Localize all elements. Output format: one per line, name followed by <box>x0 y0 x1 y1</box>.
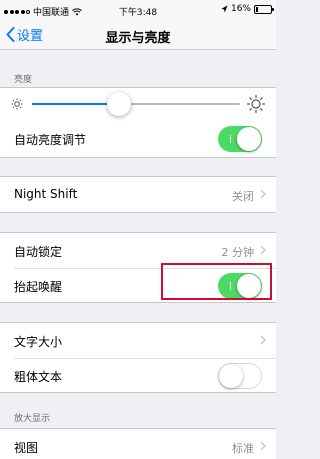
bold-text-toggle[interactable] <box>218 363 262 389</box>
brightness-low-icon <box>11 98 23 110</box>
section-header-brightness: 亮度 <box>14 75 33 85</box>
view-value: 标准 <box>232 442 254 455</box>
chevron-right-icon <box>260 189 266 199</box>
brightness-group: 自动亮度调节 <box>0 87 276 158</box>
chevron-right-icon <box>260 335 266 345</box>
text-size-label: 文字大小 <box>14 335 63 349</box>
raise-to-wake-label: 抬起唤醒 <box>14 280 63 294</box>
status-right: 16% <box>221 4 274 14</box>
brightness-slider-row <box>0 88 276 120</box>
auto-brightness-label: 自动亮度调节 <box>14 133 87 147</box>
chevron-right-icon <box>260 245 266 255</box>
section-header-display-zoom: 放大显示 <box>14 414 51 424</box>
brightness-high-icon <box>247 95 265 113</box>
view-row[interactable]: 视图 标准 <box>0 429 276 459</box>
night-shift-value: 关闭 <box>232 190 254 203</box>
night-shift-group: Night Shift 关闭 <box>0 176 276 213</box>
auto-lock-label: 自动锁定 <box>14 245 63 259</box>
auto-brightness-toggle[interactable] <box>218 126 262 152</box>
view-label: 视图 <box>14 441 39 455</box>
auto-lock-value: 2 分钟 <box>221 246 255 259</box>
chevron-right-icon <box>260 441 266 451</box>
brightness-slider-fill <box>32 103 120 105</box>
status-bar: 中国联通 下午3:48 16% <box>0 0 276 20</box>
text-group: 文字大小 粗体文本 <box>0 322 276 393</box>
zoom-group: 视图 标准 <box>0 428 276 459</box>
brightness-slider-thumb[interactable] <box>107 92 132 116</box>
navigation-bar: 设置 显示与亮度 <box>0 20 276 50</box>
bold-text-label: 粗体文本 <box>14 370 63 384</box>
highlight-annotation-box <box>161 263 272 300</box>
location-icon <box>221 5 228 13</box>
battery-percentage: 16% <box>230 4 251 14</box>
night-shift-row[interactable]: Night Shift 关闭 <box>0 177 276 213</box>
night-shift-label: Night Shift <box>14 187 78 201</box>
battery-icon <box>254 4 274 14</box>
bold-text-row: 粗体文本 <box>0 358 276 394</box>
auto-brightness-row: 自动亮度调节 <box>0 121 276 157</box>
text-size-row[interactable]: 文字大小 <box>0 323 276 359</box>
page-title: 显示与亮度 <box>105 31 171 46</box>
